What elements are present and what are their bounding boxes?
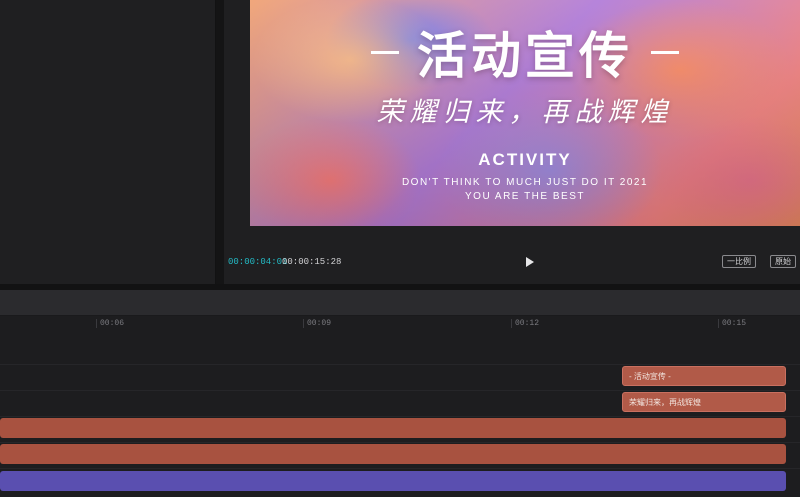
media-panel xyxy=(0,0,216,284)
text-clip-subtitle[interactable]: 荣耀归来，再战辉煌 xyxy=(622,392,786,412)
audio-clip[interactable] xyxy=(0,471,786,491)
original-size-button[interactable]: 原始 xyxy=(770,255,796,268)
video-clip[interactable] xyxy=(0,418,786,438)
preview-activity: ACTIVITY xyxy=(478,150,572,169)
video-clip[interactable] xyxy=(0,444,786,464)
preview-subtitle: 荣耀归来，再战辉煌 xyxy=(376,97,674,128)
track-separator xyxy=(0,468,800,469)
ruler-tick: 00:06 xyxy=(96,319,124,328)
aspect-ratio-button[interactable]: 一比例 xyxy=(722,255,756,268)
current-time: 00:00:04:01 xyxy=(228,257,288,267)
player-panel: 活动宣传 荣耀归来，再战辉煌 ACTIVITY DON'T THINK TO M… xyxy=(224,0,800,284)
preview-title: 活动宣传 xyxy=(417,26,633,85)
preview-tagline-1: DON'T THINK TO MUCH JUST DO IT 2021 xyxy=(401,177,649,188)
timeline: 00:06 00:09 00:12 00:15 - 活动宣传 - 荣耀归来，再战… xyxy=(0,316,800,497)
title-dash-right xyxy=(651,50,679,54)
preview-title-row: 活动宣传 xyxy=(250,16,800,88)
track-separator xyxy=(0,364,800,365)
video-editor: 活动宣传 荣耀归来，再战辉煌 ACTIVITY DON'T THINK TO M… xyxy=(0,0,800,497)
preview-tagline-2: YOU ARE THE BEST xyxy=(465,191,585,202)
player-controls: 00:00:04:01 00:00:15:28 一比例 原始 xyxy=(224,248,800,276)
ruler-tick: 00:12 xyxy=(511,319,539,328)
ruler-tick: 00:15 xyxy=(718,319,746,328)
panel-divider[interactable] xyxy=(216,0,224,284)
video-preview[interactable]: 活动宣传 荣耀归来，再战辉煌 ACTIVITY DON'T THINK TO M… xyxy=(250,0,800,226)
ruler-tick: 00:09 xyxy=(303,319,331,328)
track-separator xyxy=(0,416,800,417)
track-separator xyxy=(0,390,800,391)
text-clip-title[interactable]: - 活动宣传 - xyxy=(622,366,786,386)
title-dash-left xyxy=(371,50,399,54)
track-separator xyxy=(0,442,800,443)
total-duration: 00:00:15:28 xyxy=(282,257,342,267)
play-icon[interactable] xyxy=(524,255,536,269)
time-ruler[interactable]: 00:06 00:09 00:12 00:15 xyxy=(0,316,800,332)
timeline-toolbar xyxy=(0,290,800,316)
